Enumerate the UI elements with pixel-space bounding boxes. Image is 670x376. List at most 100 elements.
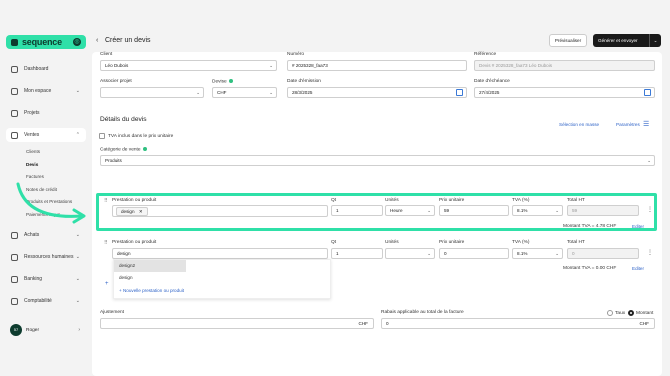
- product-search-input[interactable]: design: [112, 248, 328, 259]
- suggestion-option[interactable]: design: [114, 272, 330, 284]
- col-vat: TVA (%): [512, 240, 530, 245]
- product-suggestions-dropdown: design2 design + Nouvelle prestation ou …: [113, 259, 331, 299]
- accounting-icon: [11, 297, 18, 305]
- suggestion-option[interactable]: design2: [114, 260, 186, 272]
- sidebar-item-comptabilite[interactable]: Comptabilité ⌄: [6, 290, 86, 312]
- number-input[interactable]: # 2025328_faa73: [287, 60, 467, 71]
- notification-icon[interactable]: ◎: [73, 38, 81, 46]
- issue-date-value: 28/3/2025: [292, 90, 313, 95]
- vat-amount-text: Montant TVA = 0.00 CHF: [563, 266, 617, 271]
- projects-icon: [11, 109, 18, 117]
- chevron-down-icon: ⌄: [75, 88, 80, 94]
- col-unit: Unités: [385, 198, 399, 203]
- sidebar-item-rh[interactable]: Ressources humaines ⌄: [6, 246, 86, 268]
- currency-select[interactable]: CHF ⌄: [212, 87, 277, 98]
- page-title: Créer un devis: [105, 37, 151, 44]
- qty-input[interactable]: 1: [331, 248, 383, 259]
- bulk-select-link[interactable]: Sélection en masse: [559, 122, 599, 127]
- calendar-icon[interactable]: [456, 89, 463, 96]
- more-options-icon[interactable]: ⋮: [647, 249, 653, 256]
- close-icon[interactable]: ✕: [139, 209, 143, 214]
- price-input[interactable]: 59: [439, 205, 509, 216]
- edit-link[interactable]: Editer: [632, 224, 644, 229]
- sidebar-item-projets[interactable]: Projets: [6, 102, 86, 124]
- client-label: Client: [100, 52, 113, 57]
- more-options-icon[interactable]: ⋮: [647, 206, 653, 213]
- menu-icon[interactable]: ☰: [643, 120, 649, 128]
- vat-value: 8.1%: [517, 208, 528, 213]
- brand-logo[interactable]: sequence ◎: [6, 35, 86, 49]
- bank-icon: [11, 275, 18, 283]
- vat-included-checkbox[interactable]: [99, 133, 105, 139]
- product-input[interactable]: design ✕: [112, 205, 328, 217]
- drag-handle-icon[interactable]: ⠿: [104, 240, 108, 246]
- adjust-currency: CHF: [358, 321, 368, 326]
- reference-input[interactable]: Devis # 2025328_faa73 Léo Dubois: [474, 60, 655, 71]
- category-label-text: Catégorie de vente: [100, 147, 141, 153]
- info-icon: [228, 79, 233, 83]
- due-date-value: 27/4/2025: [479, 90, 500, 95]
- new-product-option[interactable]: + Nouvelle prestation ou produit: [114, 284, 330, 297]
- avatar: 57: [10, 324, 22, 336]
- people-icon: [11, 253, 18, 261]
- page-header: ‹ Créer un devis Prévisualiser Générer e…: [92, 32, 670, 52]
- category-label: Catégorie de vente: [100, 147, 147, 152]
- sidebar-item-ventes[interactable]: Ventes ⌃: [6, 128, 86, 142]
- unit-select[interactable]: Heure ⌄: [385, 205, 435, 216]
- sidebar-item-label: Dashboard: [24, 66, 49, 72]
- sidebar-item-label: Banking: [24, 276, 43, 282]
- radio-rate[interactable]: [607, 310, 613, 316]
- settings-link[interactable]: Paramètres: [616, 122, 640, 127]
- project-label: Associer projet: [100, 79, 132, 84]
- chevron-down-icon[interactable]: ⌄: [649, 34, 661, 47]
- sidebar-item-dashboard[interactable]: Dashboard: [6, 58, 86, 80]
- unit-select[interactable]: ⌄: [385, 248, 435, 259]
- due-date-input[interactable]: 27/4/2025: [474, 87, 655, 98]
- col-total: Total HT: [567, 198, 585, 203]
- calendar-icon[interactable]: [644, 89, 651, 96]
- col-vat: TVA (%): [512, 198, 530, 203]
- generate-send-label: Générer et envoyer: [598, 38, 638, 43]
- preview-button[interactable]: Prévisualiser: [549, 34, 587, 47]
- product-chip-label: design: [121, 209, 135, 214]
- sidebar-item-label: Projets: [24, 110, 40, 116]
- edit-link[interactable]: Editer: [632, 266, 644, 271]
- sidebar-subitem-devis[interactable]: Devis: [26, 159, 86, 172]
- vat-included-label: TVA inclus dans le prix unitaire: [108, 134, 174, 139]
- sidebar-item-label: Ressources humaines: [24, 254, 74, 260]
- chevron-down-icon: ⌄: [555, 251, 559, 256]
- user-icon: [11, 87, 18, 95]
- total-input: 59: [567, 205, 639, 216]
- due-date-label: Date d'échéance: [474, 79, 510, 84]
- currency-label: Devise: [212, 79, 233, 84]
- vat-select[interactable]: 8.1% ⌄: [512, 205, 563, 216]
- radio-amount[interactable]: [628, 310, 634, 316]
- client-select[interactable]: Léo Dubois ⌄: [100, 60, 277, 71]
- vat-amount-text: Montant TVA = 4.78 CHF: [563, 224, 617, 229]
- currency-label-text: Devise: [212, 79, 227, 85]
- col-qty: Qt: [331, 198, 337, 203]
- sidebar-item-banking[interactable]: Banking ⌄: [6, 268, 86, 290]
- sidebar-item-label: Comptabilité: [24, 298, 52, 304]
- adjust-input[interactable]: CHF: [100, 318, 374, 329]
- project-select[interactable]: ⌄: [100, 87, 204, 98]
- qty-input[interactable]: 1: [331, 205, 383, 216]
- back-chevron-icon[interactable]: ‹: [96, 37, 98, 44]
- chevron-down-icon: ⌄: [269, 90, 273, 95]
- sidebar-subitem-clients[interactable]: Clients: [26, 146, 86, 159]
- vat-value: 8.1%: [517, 251, 528, 256]
- user-profile[interactable]: 57 Roger ›: [10, 322, 86, 338]
- brand-mark-icon: [11, 38, 18, 46]
- number-label: Numéro: [287, 52, 305, 57]
- drag-handle-icon[interactable]: ⠿: [104, 198, 108, 204]
- discount-input[interactable]: 0 CHF: [381, 318, 655, 329]
- generate-send-button[interactable]: Générer et envoyer ⌄: [593, 34, 661, 47]
- category-select[interactable]: Produits ⌄: [100, 155, 655, 166]
- price-input[interactable]: 0: [439, 248, 509, 259]
- user-name: Roger: [26, 327, 40, 333]
- sidebar-item-mon-espace[interactable]: Mon espace ⌄: [6, 80, 86, 102]
- add-line-icon[interactable]: +: [105, 281, 109, 287]
- vat-select[interactable]: 8.1% ⌄: [512, 248, 563, 259]
- issue-date-input[interactable]: 28/3/2025: [287, 87, 467, 98]
- product-chip[interactable]: design ✕: [116, 207, 148, 216]
